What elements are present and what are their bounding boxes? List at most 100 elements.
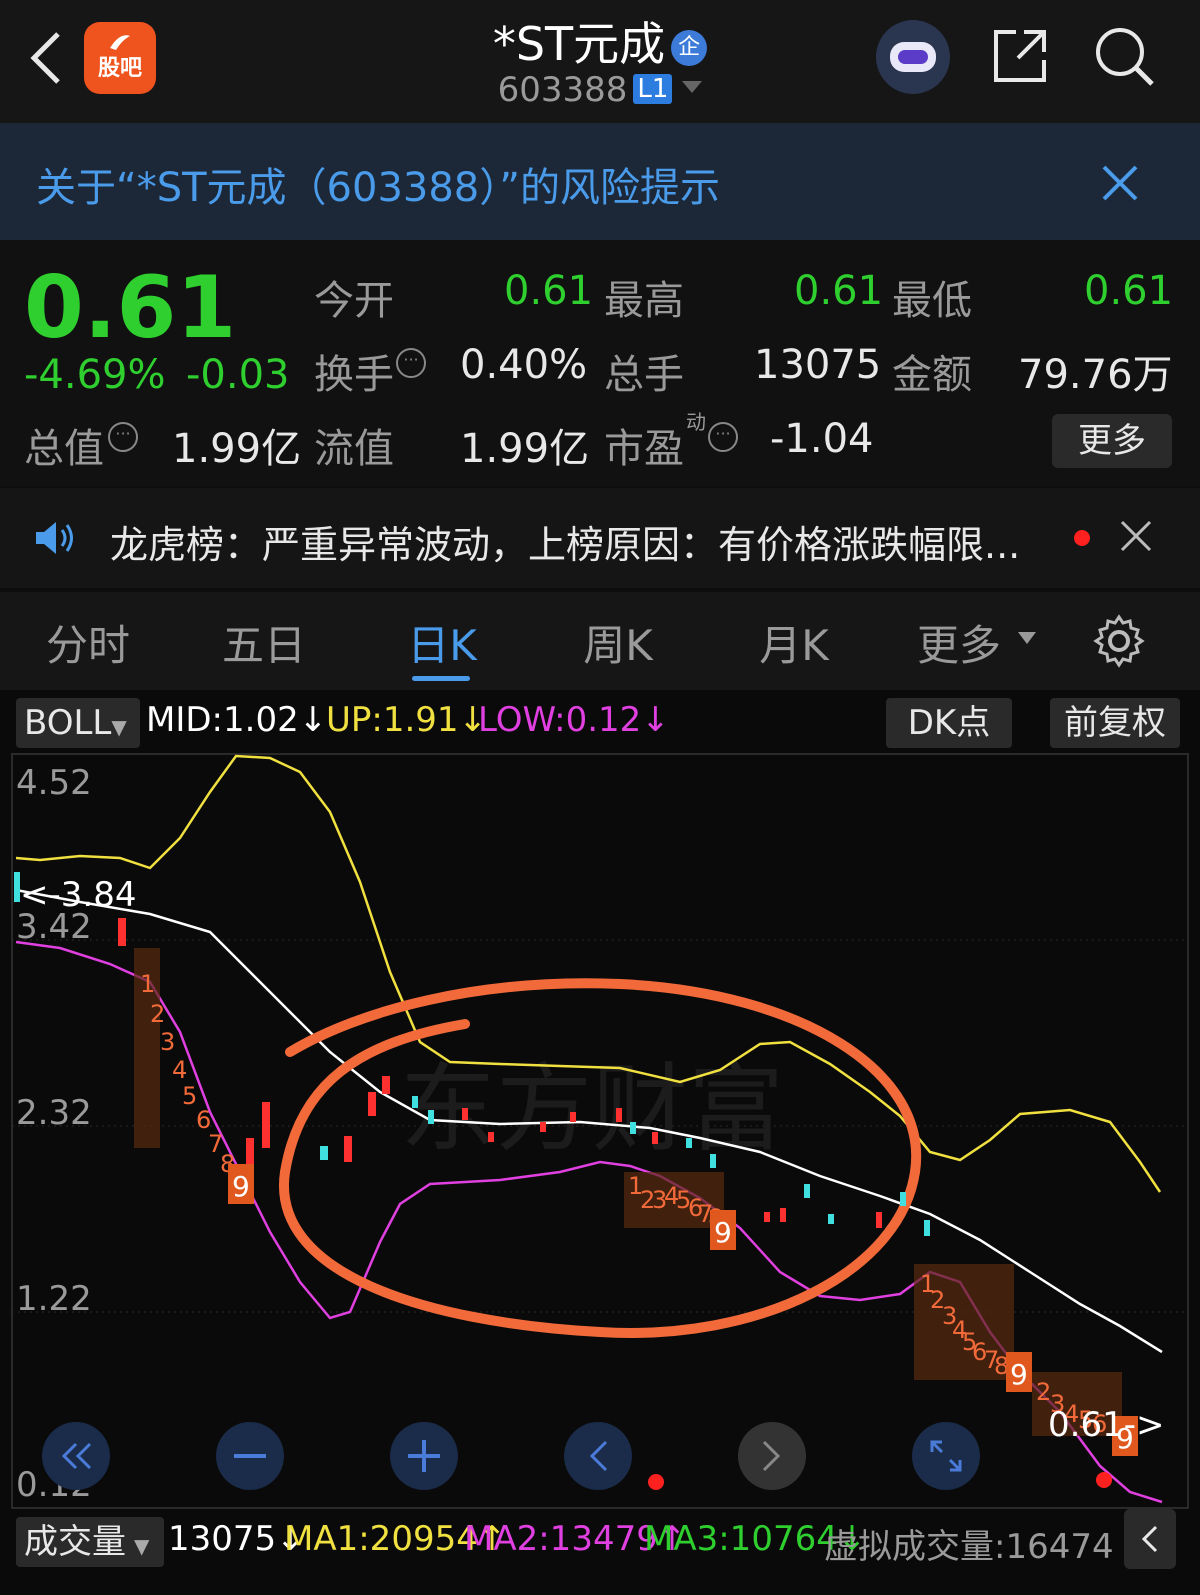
indicator-name: BOLL — [24, 703, 112, 743]
volume-label: 成交量 — [24, 1522, 126, 1562]
volume-indicator-selector[interactable]: 成交量 ▼ — [16, 1517, 164, 1567]
close-icon[interactable] — [1120, 520, 1152, 552]
risk-banner[interactable]: 关于“*ST元成（603388）”的风险提示 — [0, 123, 1200, 240]
change-pct: -4.69% — [24, 352, 166, 398]
open-value: 0.61 — [504, 268, 594, 314]
volume-indicator-bar: 成交量 ▼ 13075↓ MA1:20954↑ MA2:13479↑ MA3:10… — [0, 1509, 1200, 1595]
robot-assistant-icon[interactable] — [876, 20, 950, 94]
tab-intraday[interactable]: 分时 — [8, 612, 168, 673]
td-label: 5 — [182, 1082, 197, 1110]
candle — [616, 1108, 622, 1122]
collapse-panel-button[interactable] — [1124, 1509, 1176, 1569]
pe-dynamic-sup: 动 — [686, 410, 706, 434]
active-tab-indicator — [412, 676, 470, 681]
quote-panel: 0.61 -4.69% -0.03 今开 0.61 最高 0.61 最低 0.6… — [0, 240, 1200, 486]
info-icon[interactable]: ··· — [396, 348, 426, 378]
change-amount: -0.03 — [186, 352, 290, 398]
high-label: 最高 — [604, 278, 684, 324]
info-icon[interactable]: ··· — [108, 422, 138, 452]
float-label: 流值 — [314, 426, 394, 472]
enterprise-badge: 企 — [671, 30, 708, 66]
speaker-icon — [36, 522, 73, 554]
float-value: 1.99亿 — [460, 426, 590, 472]
td-sequence-2: 1 2 3 4 5 6 7 8 9 — [624, 1172, 736, 1250]
open-label: 今开 — [314, 278, 394, 324]
tab-monthly-k[interactable]: 月K — [714, 612, 874, 673]
td-label: 3 — [160, 1028, 175, 1056]
tab-weekly-k[interactable]: 周K — [538, 612, 698, 673]
signal-dot — [1096, 1472, 1112, 1488]
candle — [710, 1154, 716, 1168]
td-label: 2 — [1036, 1378, 1051, 1406]
scroll-right-button[interactable] — [738, 1422, 806, 1490]
zoom-in-button[interactable] — [390, 1422, 458, 1490]
top-bar: 股吧 *ST元成企 603388 L1 — [0, 0, 1200, 123]
candle — [382, 1076, 390, 1094]
info-icon[interactable]: ··· — [708, 422, 738, 452]
zoom-out-button[interactable] — [216, 1422, 284, 1490]
chevron-left-icon — [589, 1440, 608, 1472]
stock-code: 603388 — [497, 70, 628, 110]
candle — [652, 1132, 658, 1144]
candle — [630, 1122, 636, 1134]
candle — [344, 1136, 352, 1162]
scroll-left-button[interactable] — [564, 1422, 632, 1490]
chevron-right-icon — [762, 1440, 781, 1472]
candle — [804, 1184, 810, 1198]
more-quote-button[interactable]: 更多 — [1052, 414, 1172, 468]
candle — [462, 1108, 468, 1120]
td-label-9: 9 — [714, 1216, 732, 1249]
chevron-left-icon — [1141, 1525, 1158, 1553]
risk-text[interactable]: 关于“*ST元成（603388）”的风险提示 — [36, 155, 720, 213]
period-tabs: 分时 五日 日K 周K 月K 更多 — [0, 592, 1200, 690]
close-icon[interactable] — [1100, 163, 1140, 203]
last-price-marker: 0.61-> — [1048, 1405, 1164, 1445]
settings-gear-icon[interactable] — [1092, 614, 1146, 668]
pe-value: -1.04 — [770, 416, 874, 462]
td-sequence-1: 1 2 3 4 5 6 7 8 9 — [134, 948, 254, 1204]
td-label: 1 — [140, 970, 155, 998]
volume-value: 13075 — [754, 342, 882, 388]
zoom-out-far-button[interactable] — [42, 1422, 110, 1490]
candle — [828, 1214, 834, 1224]
news-text[interactable]: 龙虎榜：严重异常波动，上榜原因：有价格涨跌幅限... — [110, 514, 1020, 569]
td-label-9: 9 — [1010, 1358, 1028, 1391]
high-value: 0.61 — [794, 268, 884, 314]
candle — [488, 1132, 494, 1142]
expand-icon — [930, 1440, 962, 1472]
pe-label: 市盈 — [604, 426, 684, 472]
candle — [320, 1146, 328, 1160]
candle — [540, 1122, 546, 1132]
candle — [900, 1192, 906, 1206]
tab-more[interactable]: 更多 — [894, 612, 1024, 673]
candle — [570, 1112, 576, 1122]
td-label: 4 — [172, 1056, 187, 1084]
low-value: 0.61 — [1084, 268, 1174, 314]
kline-chart-area[interactable]: BOLL▼ MID:1.02↓ UP:1.91↓ LOW:0.12↓ DK点 前… — [0, 690, 1200, 1595]
fullscreen-button[interactable] — [912, 1422, 980, 1490]
tab-daily-k[interactable]: 日K — [362, 612, 522, 673]
indicator-selector[interactable]: BOLL▼ — [16, 698, 140, 748]
tab-five-day[interactable]: 五日 — [184, 612, 344, 673]
search-icon[interactable] — [1092, 24, 1156, 88]
adjust-button[interactable]: 前复权 — [1050, 698, 1180, 748]
share-icon[interactable] — [990, 26, 1050, 86]
y-tick-label: 1.22 — [16, 1279, 92, 1319]
boll-mid: MID:1.02↓ — [146, 700, 328, 740]
news-ticker[interactable]: 龙虎榜：严重异常波动，上榜原因：有价格涨跌幅限... — [0, 488, 1200, 588]
kline-chart[interactable]: 东方财富 1 2 3 4 5 6 7 8 9 1 2 3 4 5 6 7 9 1… — [0, 752, 1200, 1510]
low-label: 最低 — [892, 278, 972, 324]
turnover-value: 0.40% — [460, 342, 588, 388]
minus-icon — [234, 1454, 266, 1458]
watermark-text: 东方财富 — [400, 1053, 784, 1165]
boll-low: LOW:0.12↓ — [478, 700, 670, 740]
level-badge: L1 — [633, 74, 673, 104]
plus-icon — [408, 1440, 440, 1472]
amount-value: 79.76万 — [1018, 352, 1173, 398]
signal-dot — [648, 1474, 664, 1490]
dk-point-button[interactable]: DK点 — [886, 698, 1012, 748]
volume-label: 总手 — [604, 352, 684, 398]
dropdown-icon — [1018, 632, 1036, 644]
virtual-volume: 虚拟成交量:16474 — [824, 1527, 1114, 1567]
max-price-marker: <-3.84 — [20, 875, 136, 915]
